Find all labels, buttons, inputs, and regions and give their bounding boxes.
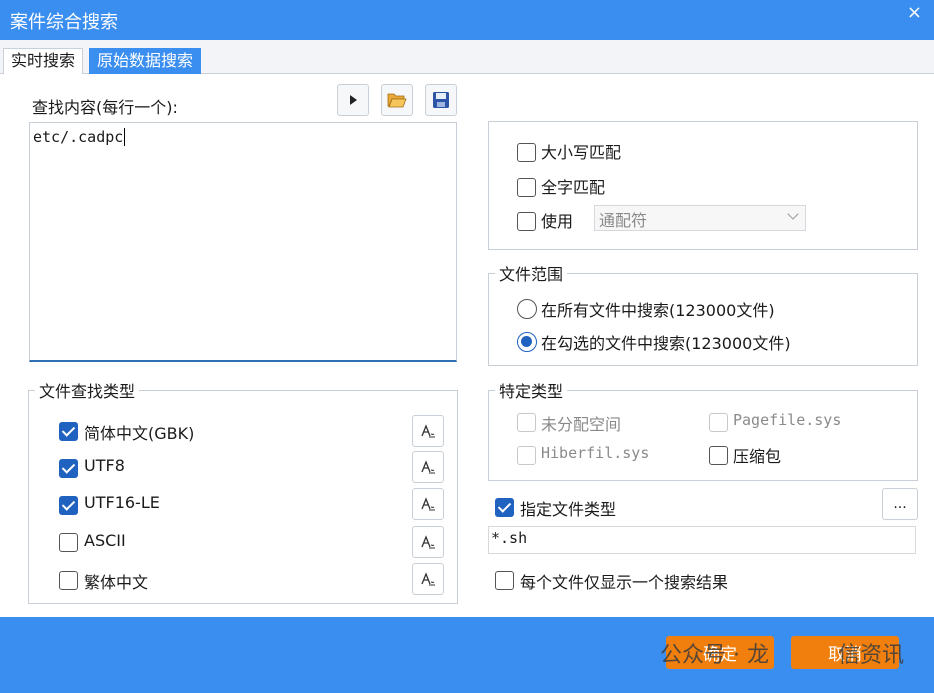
utf16le-checkbox[interactable] xyxy=(59,496,78,515)
browse-type-label: ... xyxy=(893,496,907,512)
use-label: 使用 xyxy=(541,212,574,231)
scope-checked-files-label: 在勾选的文件中搜索(123000文件) xyxy=(541,334,791,353)
gbk-options-button[interactable] xyxy=(412,415,444,447)
text-format-icon xyxy=(421,460,435,474)
search-input-value: etc/.cadpc xyxy=(33,128,124,146)
ascii-checkbox[interactable] xyxy=(59,533,78,552)
case-match-checkbox[interactable] xyxy=(517,143,536,162)
file-types-title: 文件查找类型 xyxy=(35,378,140,402)
wildcard-select-value: 通配符 xyxy=(599,211,648,230)
special-types-group: 特定类型 未分配空间 Pagefile.sys Hiberfil.sys 压缩包 xyxy=(488,378,918,481)
close-icon[interactable]: × xyxy=(907,2,922,23)
save-button[interactable] xyxy=(425,84,457,116)
file-type-input[interactable]: *.sh xyxy=(488,526,916,554)
match-options-group: 大小写匹配 全字匹配 使用 通配符 xyxy=(488,121,918,250)
traditional-chinese-label: 繁体中文 xyxy=(84,573,149,592)
text-format-icon xyxy=(421,535,435,549)
tab-realtime-search[interactable]: 实时搜索 xyxy=(3,48,84,74)
case-match-label: 大小写匹配 xyxy=(541,143,622,162)
one-result-label: 每个文件仅显示一个搜索结果 xyxy=(520,573,729,592)
whole-word-checkbox[interactable] xyxy=(517,178,536,197)
file-type-value: *.sh xyxy=(491,529,528,547)
tab-content: 查找内容(每行一个): etc/.cadpc 大小写匹配 全字匹配 使用 通配符 xyxy=(0,74,934,617)
play-icon xyxy=(350,95,357,105)
file-scope-title: 文件范围 xyxy=(495,261,568,285)
run-button[interactable] xyxy=(337,84,369,116)
unallocated-space-label: 未分配空间 xyxy=(541,415,622,434)
utf16le-label: UTF16-LE xyxy=(84,493,160,512)
browse-type-button[interactable]: ... xyxy=(882,488,918,520)
use-checkbox[interactable] xyxy=(517,212,536,231)
utf8-label: UTF8 xyxy=(84,456,125,475)
pagefile-checkbox[interactable] xyxy=(709,413,728,432)
scope-all-files-radio[interactable] xyxy=(517,299,537,319)
scope-checked-files-radio[interactable] xyxy=(517,332,537,352)
tab-raw-data-search[interactable]: 原始数据搜索 xyxy=(89,48,202,74)
chevron-down-icon xyxy=(787,208,799,220)
watermark-text: 公众号 · 龙 xyxy=(660,643,769,668)
window-title: 案件综合搜索 xyxy=(10,12,118,33)
ascii-options-button[interactable] xyxy=(412,526,444,558)
folder-open-icon xyxy=(387,93,407,108)
wildcard-select[interactable]: 通配符 xyxy=(594,205,806,231)
special-types-title: 特定类型 xyxy=(495,378,568,402)
unallocated-space-checkbox[interactable] xyxy=(517,413,536,432)
specify-type-label: 指定文件类型 xyxy=(520,500,617,519)
whole-word-label: 全字匹配 xyxy=(541,178,606,197)
archive-label: 压缩包 xyxy=(733,447,782,466)
specify-type-checkbox[interactable] xyxy=(495,498,514,517)
watermark-text-tail: 信资讯 xyxy=(838,643,905,668)
search-input[interactable]: etc/.cadpc xyxy=(29,122,457,362)
floppy-disk-icon xyxy=(433,92,449,108)
text-format-icon xyxy=(421,424,435,438)
text-format-icon xyxy=(421,497,435,511)
gbk-label: 简体中文(GBK) xyxy=(84,424,195,443)
archive-checkbox[interactable] xyxy=(709,446,728,465)
pagefile-label: Pagefile.sys xyxy=(733,411,842,429)
open-button[interactable] xyxy=(381,84,413,116)
text-format-icon xyxy=(421,572,435,586)
gbk-checkbox[interactable] xyxy=(59,422,78,441)
utf16le-options-button[interactable] xyxy=(412,488,444,520)
one-result-checkbox[interactable] xyxy=(495,571,514,590)
search-label: 查找内容(每行一个): xyxy=(32,98,178,117)
file-scope-group: 文件范围 在所有文件中搜索(123000文件) 在勾选的文件中搜索(123000… xyxy=(488,261,918,366)
traditional-chinese-options-button[interactable] xyxy=(412,563,444,595)
hiberfil-checkbox[interactable] xyxy=(517,446,536,465)
file-types-group: 文件查找类型 简体中文(GBK) UTF8 UTF16-LE ASCII 繁体中… xyxy=(28,378,458,604)
tab-bar: 实时搜索 原始数据搜索 xyxy=(0,40,934,74)
traditional-chinese-checkbox[interactable] xyxy=(59,571,78,590)
hiberfil-label: Hiberfil.sys xyxy=(541,444,650,462)
footer-bar: 确定 取消 公众号 · 龙 信资讯 xyxy=(0,617,934,693)
utf8-options-button[interactable] xyxy=(412,451,444,483)
utf8-checkbox[interactable] xyxy=(59,459,78,478)
title-bar: 案件综合搜索 × xyxy=(0,0,934,40)
scope-all-files-label: 在所有文件中搜索(123000文件) xyxy=(541,301,775,320)
ascii-label: ASCII xyxy=(84,531,126,550)
